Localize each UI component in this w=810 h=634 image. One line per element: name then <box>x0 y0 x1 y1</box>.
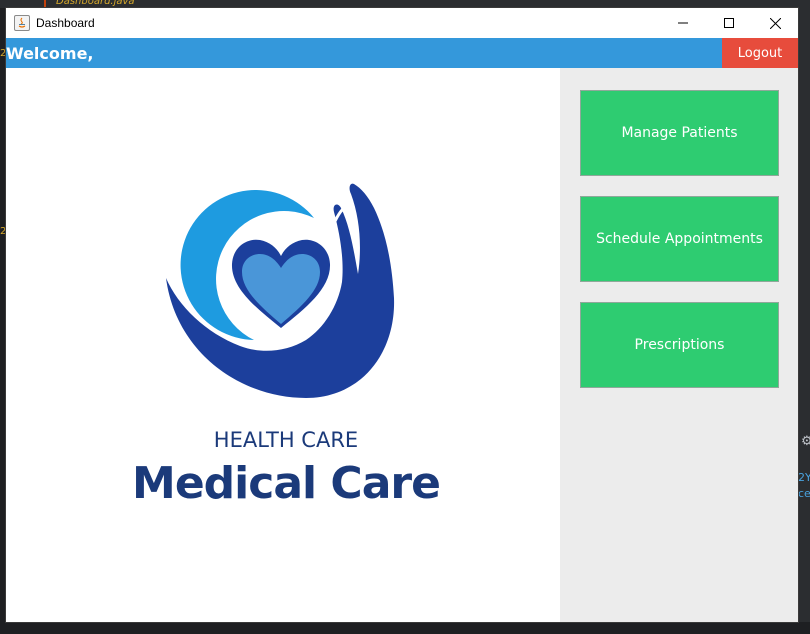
main-content: HEALTH CARE Medical Care <box>6 68 560 622</box>
header-bar: Welcome, Logout <box>6 38 798 68</box>
ide-status-area <box>0 622 810 634</box>
java-app-icon <box>14 15 30 31</box>
ide-side-panel <box>798 8 810 634</box>
sidebar: Manage Patients Schedule Appointments Pr… <box>560 68 798 622</box>
logout-button[interactable]: Logout <box>722 38 798 68</box>
title-bar[interactable]: Dashboard <box>6 8 798 38</box>
close-button[interactable] <box>752 8 798 38</box>
close-icon <box>769 17 781 29</box>
dashboard-window: Dashboard Welcome, Logout HEALTH CARE Me… <box>6 8 798 622</box>
hand-heart-logo-icon <box>166 183 395 398</box>
minimize-button[interactable] <box>660 8 706 38</box>
schedule-appointments-button[interactable]: Schedule Appointments <box>580 196 779 282</box>
logo-title: Medical Care <box>132 458 441 509</box>
gear-icon[interactable]: ⚙ <box>801 434 810 449</box>
ide-toolbar-icons <box>316 0 496 15</box>
maximize-button[interactable] <box>706 8 752 38</box>
minimize-icon <box>678 22 688 24</box>
window-title: Dashboard <box>36 16 95 30</box>
ide-side-text: 2Y ce <box>798 471 810 500</box>
prescriptions-button[interactable]: Prescriptions <box>580 302 779 388</box>
medical-care-logo: HEALTH CARE Medical Care <box>132 178 441 528</box>
ide-editor-tab[interactable]: Dashboard.java <box>44 0 176 8</box>
logo-subtitle: HEALTH CARE <box>213 428 359 452</box>
welcome-label: Welcome, <box>6 44 94 63</box>
maximize-icon <box>724 18 734 28</box>
manage-patients-button[interactable]: Manage Patients <box>580 90 779 176</box>
